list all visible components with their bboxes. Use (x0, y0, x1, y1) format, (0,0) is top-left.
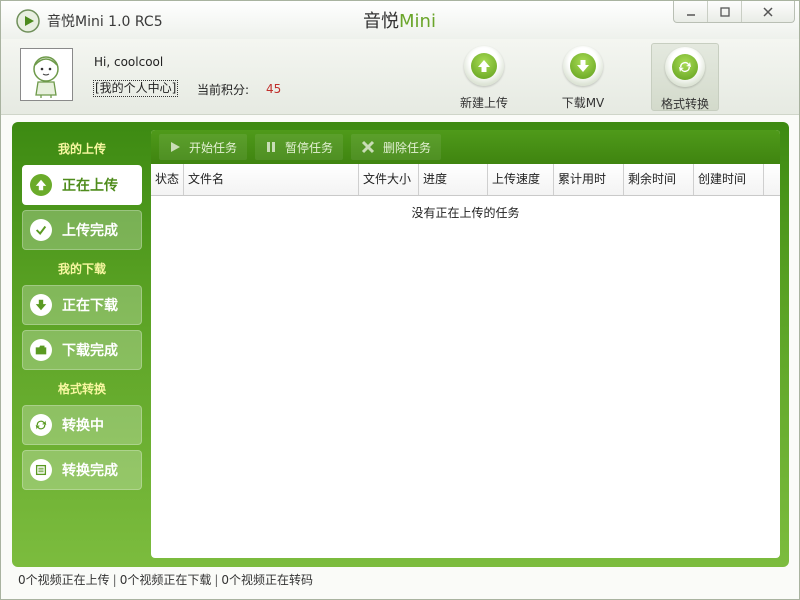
download-mv-ring (563, 46, 603, 86)
checkmark-icon (30, 219, 52, 241)
sidebar-item-label: 正在上传 (62, 178, 118, 194)
close-button[interactable] (742, 1, 794, 22)
sidebar-item-downloading[interactable]: 正在下载 (22, 285, 142, 325)
avatar-cartoon-icon (33, 56, 59, 98)
download-mv-button[interactable]: 下载MV (549, 43, 617, 111)
greeting-text: Hi, coolcool (94, 55, 164, 69)
pause-task-label: 暂停任务 (285, 140, 334, 155)
maximize-button[interactable] (708, 1, 742, 22)
center-title-mini: Mini (399, 11, 436, 32)
new-upload-button[interactable]: 新建上传 (450, 43, 518, 111)
sidebar-item-label: 正在下载 (62, 298, 118, 314)
convert-icon (30, 414, 52, 436)
column-progress[interactable]: 进度 (419, 164, 488, 195)
download-arrow-icon (570, 53, 596, 79)
delete-task-button[interactable]: 删除任务 (351, 134, 442, 160)
format-convert-button[interactable]: 格式转换 (651, 43, 719, 111)
app-title: 音悦Mini 1.0 RC5 (47, 14, 163, 30)
sidebar-item-upload-complete[interactable]: 上传完成 (22, 210, 142, 250)
sidebar-item-download-complete[interactable]: 下载完成 (22, 330, 142, 370)
status-uploading: 0个视频正在上传 (18, 573, 110, 587)
upload-arrow-icon (471, 53, 497, 79)
minimize-button[interactable] (674, 1, 708, 22)
sidebar-item-label: 上传完成 (62, 223, 118, 239)
minimize-icon (686, 13, 695, 16)
sidebar-item-label: 转换完成 (62, 463, 118, 479)
app-window: 音悦Mini 1.0 RC5 音悦Mini Hi, coolcool [我的个人… (0, 0, 800, 600)
column-upload-speed[interactable]: 上传速度 (488, 164, 554, 195)
status-separator: | (214, 573, 219, 587)
maximize-icon (719, 6, 730, 17)
task-toolbar: 开始任务 暂停任务 删除任务 (151, 130, 780, 164)
play-icon (169, 141, 181, 153)
column-filler (764, 164, 780, 195)
column-filesize[interactable]: 文件大小 (359, 164, 419, 195)
delete-x-icon (361, 140, 375, 154)
main-panel: 我的上传 正在上传 上传完成 我的下载 正在下载 下载完成 格式转换 转换中 转… (12, 122, 789, 567)
column-elapsed-time[interactable]: 累计用时 (554, 164, 624, 195)
download-mv-label: 下载MV (561, 96, 605, 110)
points-value: 45 (266, 82, 282, 96)
avatar[interactable] (20, 48, 73, 101)
convert-icon (672, 54, 698, 80)
download-heading: 我的下载 (57, 262, 106, 276)
title-bar[interactable]: 音悦Mini 1.0 RC5 音悦Mini (1, 1, 799, 39)
column-filename[interactable]: 文件名 (184, 164, 359, 195)
start-task-button[interactable]: 开始任务 (159, 134, 248, 160)
column-status[interactable]: 状态 (151, 164, 184, 195)
column-remaining-time[interactable]: 剩余时间 (624, 164, 694, 195)
status-downloading: 0个视频正在下载 (119, 573, 212, 587)
pause-task-button[interactable]: 暂停任务 (255, 134, 344, 160)
status-converting: 0个视频正在转码 (221, 573, 314, 587)
new-upload-label: 新建上传 (459, 96, 508, 110)
empty-list-message: 没有正在上传的任务 (411, 206, 520, 220)
folder-icon (30, 339, 52, 361)
close-icon (763, 6, 773, 17)
column-created-time[interactable]: 创建时间 (694, 164, 764, 195)
upload-arrow-icon (30, 174, 52, 196)
status-separator: | (112, 573, 117, 587)
new-upload-ring (464, 46, 504, 86)
download-arrow-icon (30, 294, 52, 316)
sidebar-item-converting[interactable]: 转换中 (22, 405, 142, 445)
sidebar-item-convert-complete[interactable]: 转换完成 (22, 450, 142, 490)
format-convert-label: 格式转换 (660, 97, 709, 111)
window-controls (673, 1, 795, 23)
upload-heading: 我的上传 (57, 142, 106, 156)
status-bar: 0个视频正在上传 | 0个视频正在下载 | 0个视频正在转码 (1, 571, 799, 599)
convert-heading: 格式转换 (57, 382, 106, 396)
list-icon (30, 459, 52, 481)
task-content: 开始任务 暂停任务 删除任务 状态 文件名 文件大小 进度 上传速度 累计用时 … (151, 130, 780, 558)
sidebar-item-label: 转换中 (62, 418, 104, 434)
sidebar-item-label: 下载完成 (62, 343, 118, 359)
start-task-label: 开始任务 (189, 140, 238, 155)
points-label: 当前积分: (197, 83, 250, 97)
format-convert-ring (665, 47, 705, 87)
personal-center-link[interactable]: [我的个人中心] (93, 80, 179, 97)
task-table-header: 状态 文件名 文件大小 进度 上传速度 累计用时 剩余时间 创建时间 (151, 164, 780, 196)
app-logo-icon (16, 9, 40, 33)
user-header: Hi, coolcool [我的个人中心] 当前积分: 45 新建上传 下载MV (1, 39, 799, 115)
center-title-brand: 音悦 (363, 11, 399, 32)
delete-task-label: 删除任务 (383, 140, 432, 155)
pause-icon (265, 141, 277, 153)
center-title: 音悦Mini (363, 7, 436, 33)
sidebar-item-uploading[interactable]: 正在上传 (22, 165, 142, 205)
